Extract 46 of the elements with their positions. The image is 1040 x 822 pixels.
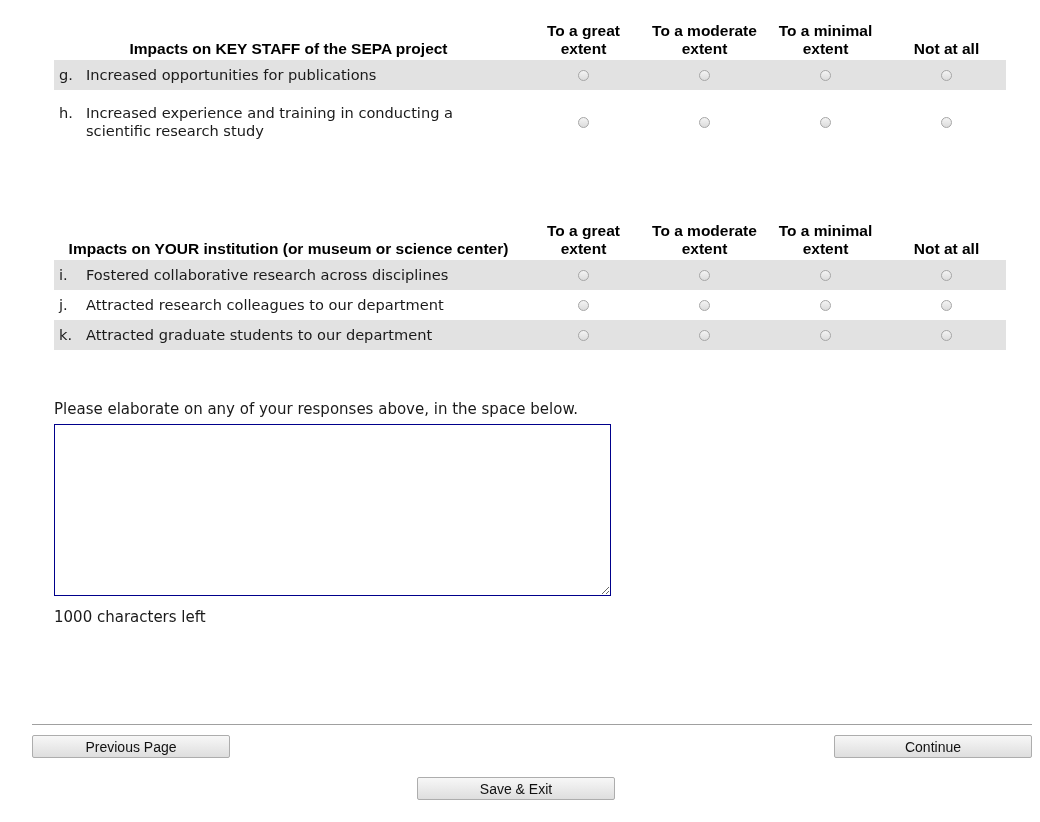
item-letter: h. <box>59 104 74 123</box>
radio-button[interactable] <box>699 116 710 128</box>
radio-button[interactable] <box>699 329 710 341</box>
section-heading: Impacts on YOUR institution (or museum or science center) <box>67 240 510 258</box>
continue-button[interactable]: Continue <box>834 735 1032 758</box>
column-header: To a minimal extent <box>777 222 874 258</box>
elaborate-prompt: Please elaborate on any of your responses above, in the space below. <box>54 400 580 418</box>
radio-button[interactable] <box>578 329 589 341</box>
column-header: To a moderate extent <box>651 22 758 58</box>
question-text: Increased opportunities for publications <box>86 66 377 84</box>
radio-button[interactable] <box>820 299 831 311</box>
column-header: To a moderate extent <box>651 222 758 258</box>
column-header: Not at all <box>912 240 981 258</box>
radio-button[interactable] <box>941 116 952 128</box>
previous-page-button[interactable]: Previous Page <box>32 735 230 758</box>
item-letter: k. <box>59 326 74 344</box>
character-counter: 1000 characters left <box>54 608 207 626</box>
radio-button[interactable] <box>578 299 589 311</box>
column-header: To a minimal extent <box>777 22 874 58</box>
radio-button[interactable] <box>699 269 710 281</box>
section-heading: Impacts on KEY STAFF of the SEPA project <box>128 40 449 58</box>
column-header: Not at all <box>912 40 981 58</box>
item-letter: j. <box>59 296 69 314</box>
item-letter: i. <box>59 266 69 284</box>
radio-button[interactable] <box>699 69 710 81</box>
radio-button[interactable] <box>578 116 589 128</box>
radio-button[interactable] <box>820 116 831 128</box>
answer-box[interactable] <box>54 424 611 596</box>
radio-button[interactable] <box>941 269 952 281</box>
item-letter: g. <box>59 66 74 84</box>
question-text: Fostered collaborative research across disciplines <box>86 266 449 284</box>
radio-button[interactable] <box>820 69 831 81</box>
radio-button[interactable] <box>820 329 831 341</box>
radio-button[interactable] <box>578 69 589 81</box>
column-header: To a great extent <box>546 22 621 58</box>
question-text: Increased experience and training in conducting a scientific research study <box>86 104 454 140</box>
question-text: Attracted research colleagues to our department <box>86 296 444 314</box>
radio-button[interactable] <box>578 269 589 281</box>
radio-button[interactable] <box>699 299 710 311</box>
question-text: Attracted graduate students to our department <box>86 326 433 344</box>
column-header: To a great extent <box>546 222 621 258</box>
save-exit-button[interactable]: Save & Exit <box>417 777 615 800</box>
radio-button[interactable] <box>820 269 831 281</box>
radio-button[interactable] <box>941 329 952 341</box>
radio-button[interactable] <box>941 299 952 311</box>
radio-button[interactable] <box>941 69 952 81</box>
